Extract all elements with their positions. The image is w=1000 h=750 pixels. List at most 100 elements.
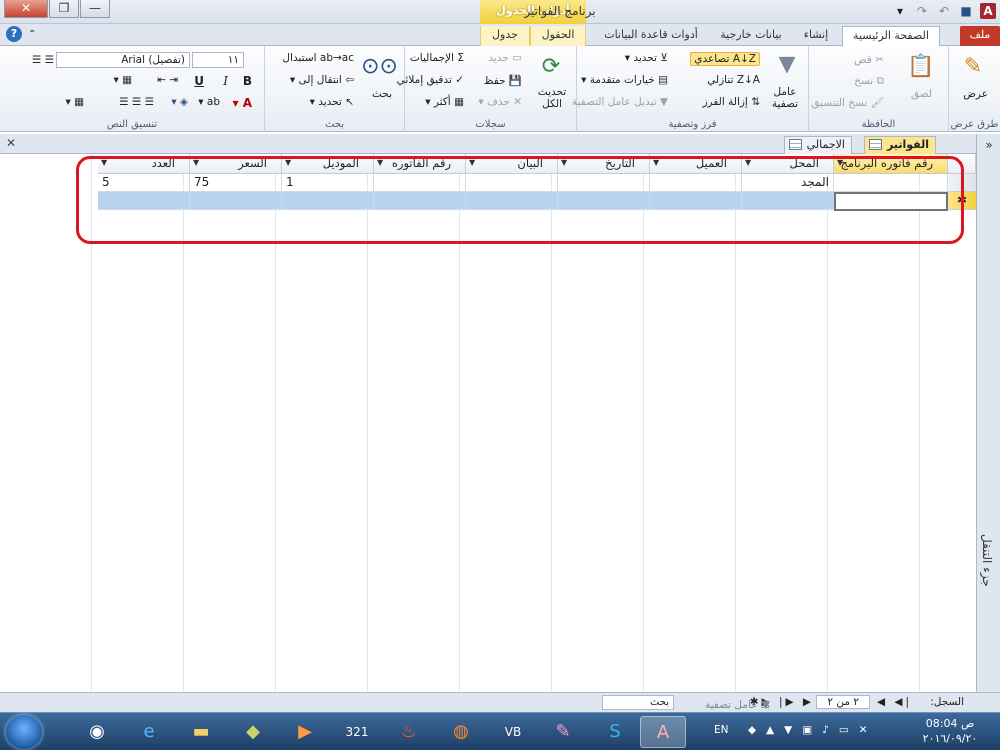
tab-create[interactable]: إنشاء xyxy=(796,26,836,46)
save-icon[interactable]: ■ xyxy=(958,3,974,19)
dropdown-icon[interactable]: ▼ xyxy=(837,154,843,172)
font-color-icon[interactable]: A ▾ xyxy=(233,96,253,110)
sort-ascending-button[interactable]: A↓Z تصاعدي xyxy=(690,52,760,66)
spelling-button[interactable]: ✓ تدقيق إملائي xyxy=(397,74,464,86)
column-header[interactable]: التاريخ ▼ xyxy=(558,154,650,174)
copy-button[interactable]: ⧉ نسخ xyxy=(854,75,884,88)
dropdown-icon[interactable]: ▼ xyxy=(193,154,199,172)
firefox-icon[interactable]: ◍ xyxy=(438,716,484,748)
collapse-ribbon-icon[interactable]: ⌃ xyxy=(28,29,36,40)
font-name-select[interactable]: (تفصيل) Arial xyxy=(56,52,190,68)
datasheet[interactable]: رقم فاتوره البرنامج ▼ المحل ▼ العميل ▼ التا… xyxy=(0,154,976,692)
tab-home[interactable]: الصفحة الرئيسية xyxy=(842,26,940,46)
doc-tab-totals[interactable]: الاجمالي xyxy=(783,136,852,154)
new-record-button[interactable]: ▭ جديد xyxy=(488,52,522,64)
doc-tab-invoices[interactable]: الفواتير xyxy=(864,136,936,154)
table-cell[interactable] xyxy=(466,174,558,192)
visual-basic-icon[interactable]: VB xyxy=(490,716,536,748)
active-cell[interactable] xyxy=(834,192,948,211)
dropdown-icon[interactable]: ▼ xyxy=(377,154,383,172)
replace-button[interactable]: ab→ac استبدال xyxy=(282,52,354,64)
italic-button[interactable]: I xyxy=(223,74,228,88)
table-cell[interactable]: المجد xyxy=(742,174,834,192)
column-header[interactable]: البيان ▼ xyxy=(466,154,558,174)
table-cell[interactable]: 5 xyxy=(98,174,190,192)
help-icon[interactable]: ? xyxy=(6,26,22,42)
record-position[interactable]: ٢ من ٢ xyxy=(816,695,870,709)
close-document-button[interactable]: ✕ xyxy=(6,136,16,150)
table-cell[interactable] xyxy=(650,174,742,192)
totals-button[interactable]: Σ الإجماليات xyxy=(410,52,464,64)
font-size-select[interactable]: ١١ xyxy=(192,52,244,68)
file-explorer-icon[interactable]: ▬ xyxy=(178,716,224,748)
paste-button[interactable]: لصق xyxy=(911,88,932,100)
redo-icon[interactable]: ↷ xyxy=(914,3,930,19)
dropdown-icon[interactable]: ▼ xyxy=(653,154,659,172)
table-cell[interactable]: 75 xyxy=(190,174,282,192)
chrome-icon[interactable]: ◉ xyxy=(74,716,120,748)
table-cell[interactable]: 1 xyxy=(282,174,374,192)
tab-database-tools[interactable]: أدوات قاعدة البيانات xyxy=(596,26,706,46)
column-header[interactable]: السعر ▼ xyxy=(190,154,282,174)
column-header[interactable]: العدد ▼ xyxy=(98,154,190,174)
bold-button[interactable]: B xyxy=(243,74,252,88)
tray-icons[interactable]: ◆▲▼▣♪▭✕ xyxy=(748,724,878,736)
more-button[interactable]: ▦ أكثر ▾ xyxy=(425,96,464,108)
column-header[interactable]: رقم فاتوره البرنامج ▼ xyxy=(834,154,948,174)
column-header[interactable]: العميل ▼ xyxy=(650,154,742,174)
bullets-icon[interactable]: ☰ ☰ xyxy=(32,54,54,66)
fire-app-icon[interactable]: ♨ xyxy=(386,716,432,748)
tab-fields[interactable]: الحقول xyxy=(530,26,586,46)
tab-file[interactable]: ملف xyxy=(960,26,1000,46)
media-classic-icon[interactable]: 321 xyxy=(334,716,380,748)
customize-qat-icon[interactable]: ▾ xyxy=(892,3,908,19)
refresh-all-button[interactable]: تحديث الكل xyxy=(532,86,572,110)
selection-button[interactable]: ⊻ تحديد ▾ xyxy=(625,52,668,64)
dropdown-icon[interactable]: ▼ xyxy=(469,154,475,172)
new-row-cells[interactable] xyxy=(98,192,834,210)
undo-icon[interactable]: ↶ xyxy=(936,3,952,19)
underline-button[interactable]: U xyxy=(194,74,204,88)
toggle-filter-button[interactable]: ▼ تبديل عامل التصفية xyxy=(572,96,668,108)
refresh-icon[interactable]: ⟳ xyxy=(536,52,566,82)
search-field[interactable]: بحث xyxy=(602,695,674,710)
select-all-corner[interactable] xyxy=(948,154,976,174)
tab-table[interactable]: جدول xyxy=(480,26,530,46)
advanced-filter-button[interactable]: ▤ خيارات متقدمة ▾ xyxy=(581,74,668,86)
filter-button[interactable]: عامل تصفية xyxy=(766,86,804,110)
paste-icon[interactable]: 📋 xyxy=(906,52,936,82)
alt-row-color-icon[interactable]: ▦ ▾ xyxy=(65,96,84,108)
remove-sort-button[interactable]: ⇅ إزالة الفرز xyxy=(702,96,760,108)
align-icons[interactable]: ☰ ☰ ☰ xyxy=(119,96,154,108)
dropdown-icon[interactable]: ▼ xyxy=(101,154,107,172)
access-logo-icon[interactable]: A xyxy=(980,3,996,19)
indent-icon[interactable]: ⇥ ⇤ xyxy=(157,74,178,86)
view-button[interactable]: عرض xyxy=(963,88,988,100)
new-record-selector[interactable]: ✱ xyxy=(948,192,976,210)
binoculars-icon[interactable]: ⊙⊙ xyxy=(361,52,398,82)
select-button[interactable]: ↖ تحديد ▾ xyxy=(310,96,354,108)
navigation-pane[interactable]: » جزء التنقل xyxy=(976,134,1000,692)
media-player-icon[interactable]: ▶ xyxy=(282,716,328,748)
column-header[interactable]: الموديل ▼ xyxy=(282,154,374,174)
dropdown-icon[interactable]: ▼ xyxy=(745,154,751,172)
internet-explorer-icon[interactable]: e xyxy=(126,716,172,748)
language-indicator[interactable]: EN xyxy=(714,724,729,736)
view-icon[interactable]: ✎ xyxy=(958,52,988,82)
find-button[interactable]: بحث xyxy=(372,88,392,100)
dropdown-icon[interactable]: ▼ xyxy=(561,154,567,172)
tab-external-data[interactable]: بيانات خارجية xyxy=(710,26,792,46)
format-painter-button[interactable]: 🖌 نسخ التنسيق xyxy=(811,96,884,109)
table-cell[interactable] xyxy=(558,174,650,192)
access-taskbar-icon[interactable]: A xyxy=(640,716,686,748)
gridlines-icon[interactable]: ▦ ▾ xyxy=(113,74,132,86)
cut-button[interactable]: ✂ قص xyxy=(854,54,884,66)
fill-color-icon[interactable]: ◈ ▾ xyxy=(171,96,188,108)
column-header[interactable]: المحل ▼ xyxy=(742,154,834,174)
first-prev-record-icons[interactable]: |◀ ◀ xyxy=(877,696,912,708)
table-cell[interactable] xyxy=(834,174,948,192)
skype-icon[interactable]: S xyxy=(592,716,638,748)
save-record-button[interactable]: 💾 حفظ xyxy=(484,74,522,87)
sort-descending-button[interactable]: Z↓A تنازلي xyxy=(707,74,760,86)
table-cell[interactable] xyxy=(374,174,466,192)
